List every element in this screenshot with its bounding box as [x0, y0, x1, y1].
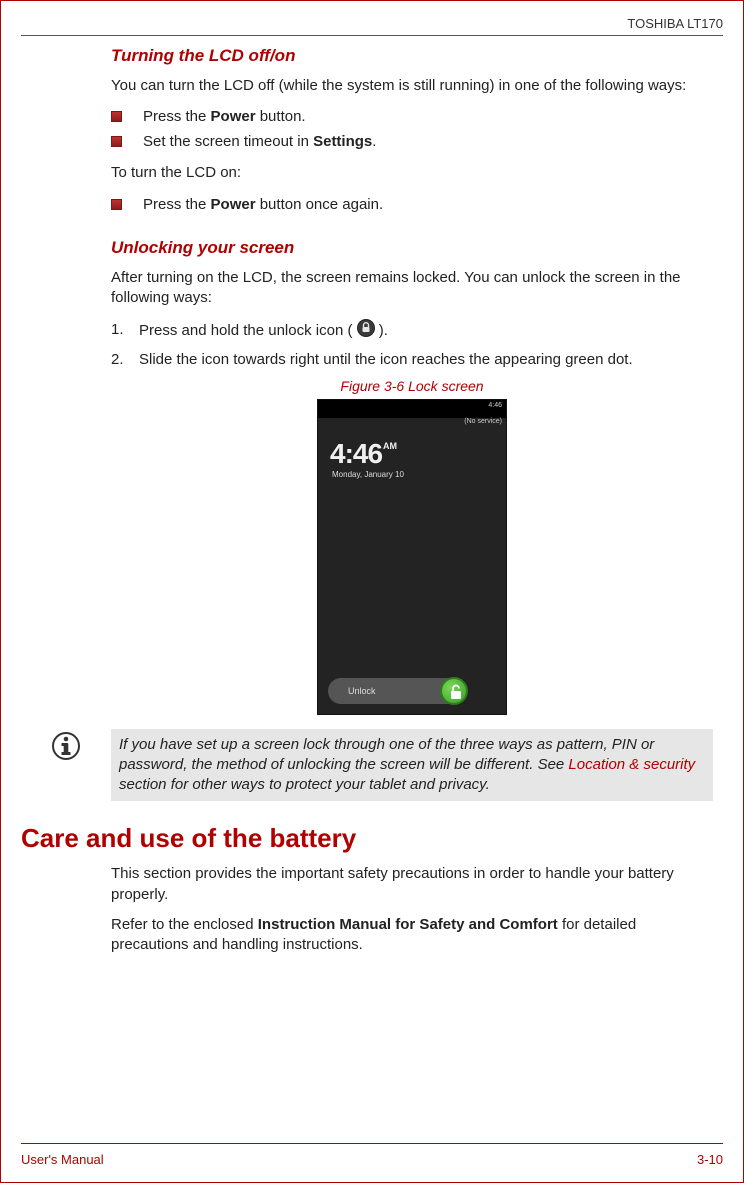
lcd-intro: You can turn the LCD off (while the syst…	[111, 76, 713, 96]
footer-page-number: 3-10	[697, 1152, 723, 1167]
bold-text: Settings	[313, 133, 372, 150]
lockscreen-unlock-label: Unlock	[348, 686, 376, 696]
list-text: Press the	[143, 196, 211, 213]
lockscreen-date: Monday, January 10	[332, 470, 404, 479]
note-row: If you have set up a screen lock through…	[51, 729, 713, 802]
unlock-icon	[442, 679, 470, 707]
note-link-location-security[interactable]: Location & security	[568, 756, 695, 773]
heading-lcd: Turning the LCD off/on	[111, 46, 713, 66]
list-item: 1. Press and hold the unlock icon ( ).	[111, 319, 713, 343]
lockscreen-time: 4:46AM	[330, 438, 396, 470]
note-box: If you have set up a screen lock through…	[111, 729, 713, 802]
unlock-intro: After turning on the LCD, the screen rem…	[111, 268, 713, 309]
battery-p2-pre: Refer to the enclosed	[111, 916, 258, 933]
step-number: 1.	[111, 319, 139, 343]
list-item: 2. Slide the icon towards right until th…	[111, 349, 713, 370]
lockscreen-statusbar: 4:46	[318, 400, 506, 418]
step-text: Press and hold the unlock icon (	[139, 321, 357, 338]
step-body: Press and hold the unlock icon ( ).	[139, 319, 388, 343]
lcd-off-list: Press the Power button. Set the screen t…	[111, 106, 713, 153]
lockscreen-unlock-slider: Unlock	[328, 678, 466, 704]
figure-caption: Figure 3-6 Lock screen	[111, 378, 713, 394]
lcd-on-intro: To turn the LCD on:	[111, 163, 713, 183]
list-text: Set the screen timeout in	[143, 133, 313, 150]
bold-text: Power	[211, 108, 256, 125]
document-page: TOSHIBA LT170 Turning the LCD off/on You…	[0, 0, 744, 1183]
step-text: Slide the icon towards right until the i…	[139, 349, 633, 370]
header-product-line: TOSHIBA LT170	[21, 16, 723, 36]
page-footer: User's Manual 3-10	[21, 1143, 723, 1167]
unlock-steps: 1. Press and hold the unlock icon ( ). 2…	[111, 319, 713, 370]
battery-p1: This section provides the important safe…	[111, 864, 713, 905]
figure-lockscreen: 4:46 (No service) 4:46AM Monday, January…	[317, 399, 507, 715]
step-number: 2.	[111, 349, 139, 370]
heading-unlock: Unlocking your screen	[111, 238, 713, 258]
page-content: Turning the LCD off/on You can turn the …	[21, 36, 723, 1143]
list-item: Press the Power button once again.	[111, 194, 713, 217]
battery-p2: Refer to the enclosed Instruction Manual…	[111, 915, 713, 956]
note-icon-cell	[51, 729, 111, 802]
list-text: button once again.	[256, 196, 384, 213]
figure-lockscreen-wrap: 4:46 (No service) 4:46AM Monday, January…	[111, 399, 713, 715]
heading-battery: Care and use of the battery	[21, 823, 713, 854]
lockscreen-unlock-knob	[440, 677, 468, 705]
header-product: TOSHIBA LT170	[627, 16, 723, 31]
list-text: .	[372, 133, 376, 150]
step-text: ).	[375, 321, 388, 338]
footer-manual-label: User's Manual	[21, 1152, 104, 1167]
bold-text: Power	[211, 196, 256, 213]
note-text: section for other ways to protect your t…	[119, 776, 490, 793]
info-icon	[51, 731, 81, 761]
spacer	[111, 226, 713, 238]
list-item: Press the Power button.	[111, 106, 713, 129]
list-text: button.	[256, 108, 306, 125]
lockscreen-time-main: 4:46	[330, 438, 382, 469]
list-text: Press the	[143, 108, 211, 125]
list-item: Set the screen timeout in Settings.	[111, 131, 713, 154]
bold-text: Instruction Manual for Safety and Comfor…	[258, 916, 558, 933]
statusbar-time: 4:46	[488, 402, 502, 409]
lock-icon	[357, 319, 375, 343]
lcd-on-list: Press the Power button once again.	[111, 194, 713, 217]
lockscreen-time-ampm: AM	[383, 441, 397, 451]
lockscreen-no-service: (No service)	[464, 418, 502, 425]
